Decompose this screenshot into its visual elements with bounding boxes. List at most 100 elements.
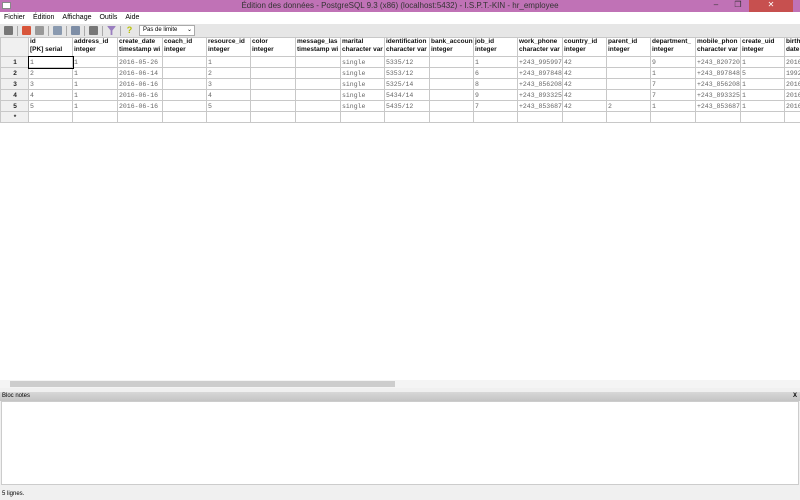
delete-icon[interactable] [89, 26, 98, 35]
table-cell[interactable]: 1 [740, 89, 785, 101]
close-button[interactable]: ✕ [749, 0, 793, 12]
row-limit-select[interactable]: Pas de limite ⌄ [139, 25, 195, 36]
table-cell[interactable]: 42 [562, 89, 607, 101]
table-cell[interactable]: 1 [72, 78, 118, 90]
table-cell[interactable] [295, 100, 341, 112]
table-cell[interactable] [740, 111, 785, 123]
table-cell[interactable] [606, 111, 651, 123]
table-cell[interactable] [384, 111, 430, 123]
column-header-bank-accoun[interactable]: bank_accoun integer [429, 37, 474, 57]
table-cell[interactable]: 2016-06-16 [117, 100, 163, 112]
table-cell[interactable] [295, 111, 341, 123]
table-cell[interactable]: 9 [473, 89, 518, 101]
column-header-address-id[interactable]: address_id integer [72, 37, 118, 57]
table-cell[interactable]: single [340, 100, 385, 112]
table-cell[interactable] [250, 78, 296, 90]
table-cell[interactable]: 42 [562, 78, 607, 90]
table-cell[interactable]: 2016 [784, 56, 800, 68]
table-cell[interactable]: +243_856208 [517, 78, 563, 90]
table-cell[interactable]: 2016-05-26 [117, 56, 163, 68]
table-cell[interactable] [295, 78, 341, 90]
column-header-create-uid[interactable]: create_uid integer [740, 37, 785, 57]
table-cell[interactable]: 1 [650, 67, 696, 79]
menu-fichier[interactable]: Fichier [4, 12, 25, 24]
refresh-icon[interactable] [22, 26, 31, 35]
table-cell[interactable]: 1 [650, 100, 696, 112]
new-row[interactable]: * [0, 111, 800, 123]
notes-close-button[interactable]: X [793, 392, 797, 401]
column-header-department-[interactable]: department_ integer [650, 37, 696, 57]
table-cell[interactable] [162, 67, 207, 79]
table-cell[interactable]: 2016 [784, 78, 800, 90]
table-cell[interactable]: +243_897848 [695, 67, 741, 79]
table-cell[interactable] [295, 56, 341, 68]
table-cell[interactable] [72, 111, 118, 123]
table-cell[interactable] [606, 56, 651, 68]
table-cell[interactable]: 42 [562, 100, 607, 112]
table-cell[interactable]: 3 [28, 78, 73, 90]
maximize-button[interactable]: ❐ [727, 0, 749, 12]
table-cell[interactable] [295, 67, 341, 79]
column-header-coach-id[interactable]: coach_id integer [162, 37, 207, 57]
notes-textarea[interactable] [1, 401, 799, 485]
column-header-work-phone[interactable]: work_phone character var [517, 37, 563, 57]
table-cell[interactable] [250, 111, 296, 123]
table-cell[interactable]: single [340, 67, 385, 79]
table-cell[interactable]: 5 [740, 67, 785, 79]
copy-icon[interactable] [53, 26, 62, 35]
column-header-identification[interactable]: identification character var [384, 37, 430, 57]
table-cell[interactable]: 1 [72, 100, 118, 112]
table-cell[interactable]: 1 [206, 56, 251, 68]
help-icon[interactable]: ? [125, 26, 134, 35]
table-cell[interactable]: +243_853687 [695, 100, 741, 112]
undo-icon[interactable] [35, 26, 44, 35]
column-header-message-las[interactable]: message_las timestamp wi [295, 37, 341, 57]
table-cell[interactable]: 5435/12 [384, 100, 430, 112]
minimize-button[interactable]: – [705, 0, 727, 12]
table-cell[interactable]: single [340, 89, 385, 101]
table-cell[interactable] [562, 111, 607, 123]
column-header-birth[interactable]: birth date [784, 37, 800, 57]
table-cell[interactable]: 1992 [784, 67, 800, 79]
table-cell[interactable]: 1 [740, 100, 785, 112]
column-header-color[interactable]: color integer [250, 37, 296, 57]
row-number[interactable]: 3 [0, 78, 29, 90]
table-cell[interactable]: 6 [473, 67, 518, 79]
table-cell[interactable] [473, 111, 518, 123]
table-cell[interactable] [650, 111, 696, 123]
table-cell[interactable]: +243_853687 [517, 100, 563, 112]
table-cell[interactable]: +243_856208 [695, 78, 741, 90]
table-cell[interactable] [162, 89, 207, 101]
table-cell[interactable] [162, 78, 207, 90]
column-header-parent-id[interactable]: parent_id integer [606, 37, 651, 57]
column-header-country-id[interactable]: country_id integer [562, 37, 607, 57]
table-cell[interactable]: 2016-06-16 [117, 89, 163, 101]
table-cell[interactable] [429, 56, 474, 68]
menu-outils[interactable]: Outils [99, 12, 117, 24]
table-cell[interactable]: 5353/12 [384, 67, 430, 79]
row-number[interactable]: 4 [0, 89, 29, 101]
table-cell[interactable]: 2 [606, 100, 651, 112]
menu-aide[interactable]: Aide [125, 12, 139, 24]
table-cell[interactable] [295, 89, 341, 101]
table-cell[interactable] [250, 100, 296, 112]
table-cell[interactable]: 5 [28, 100, 73, 112]
table-cell[interactable]: +243_893325 [517, 89, 563, 101]
table-cell[interactable]: 7 [650, 89, 696, 101]
column-header-id[interactable]: id [PK] serial [28, 37, 73, 57]
table-cell[interactable]: 2016 [784, 100, 800, 112]
table-cell[interactable]: single [340, 56, 385, 68]
filter-icon[interactable] [107, 26, 116, 35]
table-cell[interactable] [250, 89, 296, 101]
table-cell[interactable]: 1 [740, 56, 785, 68]
table-cell[interactable]: 9 [650, 56, 696, 68]
table-cell[interactable] [517, 111, 563, 123]
table-cell[interactable] [206, 111, 251, 123]
table-cell[interactable]: 2 [206, 67, 251, 79]
table-cell[interactable]: 2016-06-14 [117, 67, 163, 79]
table-cell[interactable]: 5325/14 [384, 78, 430, 90]
table-cell[interactable] [162, 100, 207, 112]
table-cell[interactable] [695, 111, 741, 123]
table-cell[interactable]: +243_893325 [695, 89, 741, 101]
column-header-mobile-phon[interactable]: mobile_phon character var [695, 37, 741, 57]
